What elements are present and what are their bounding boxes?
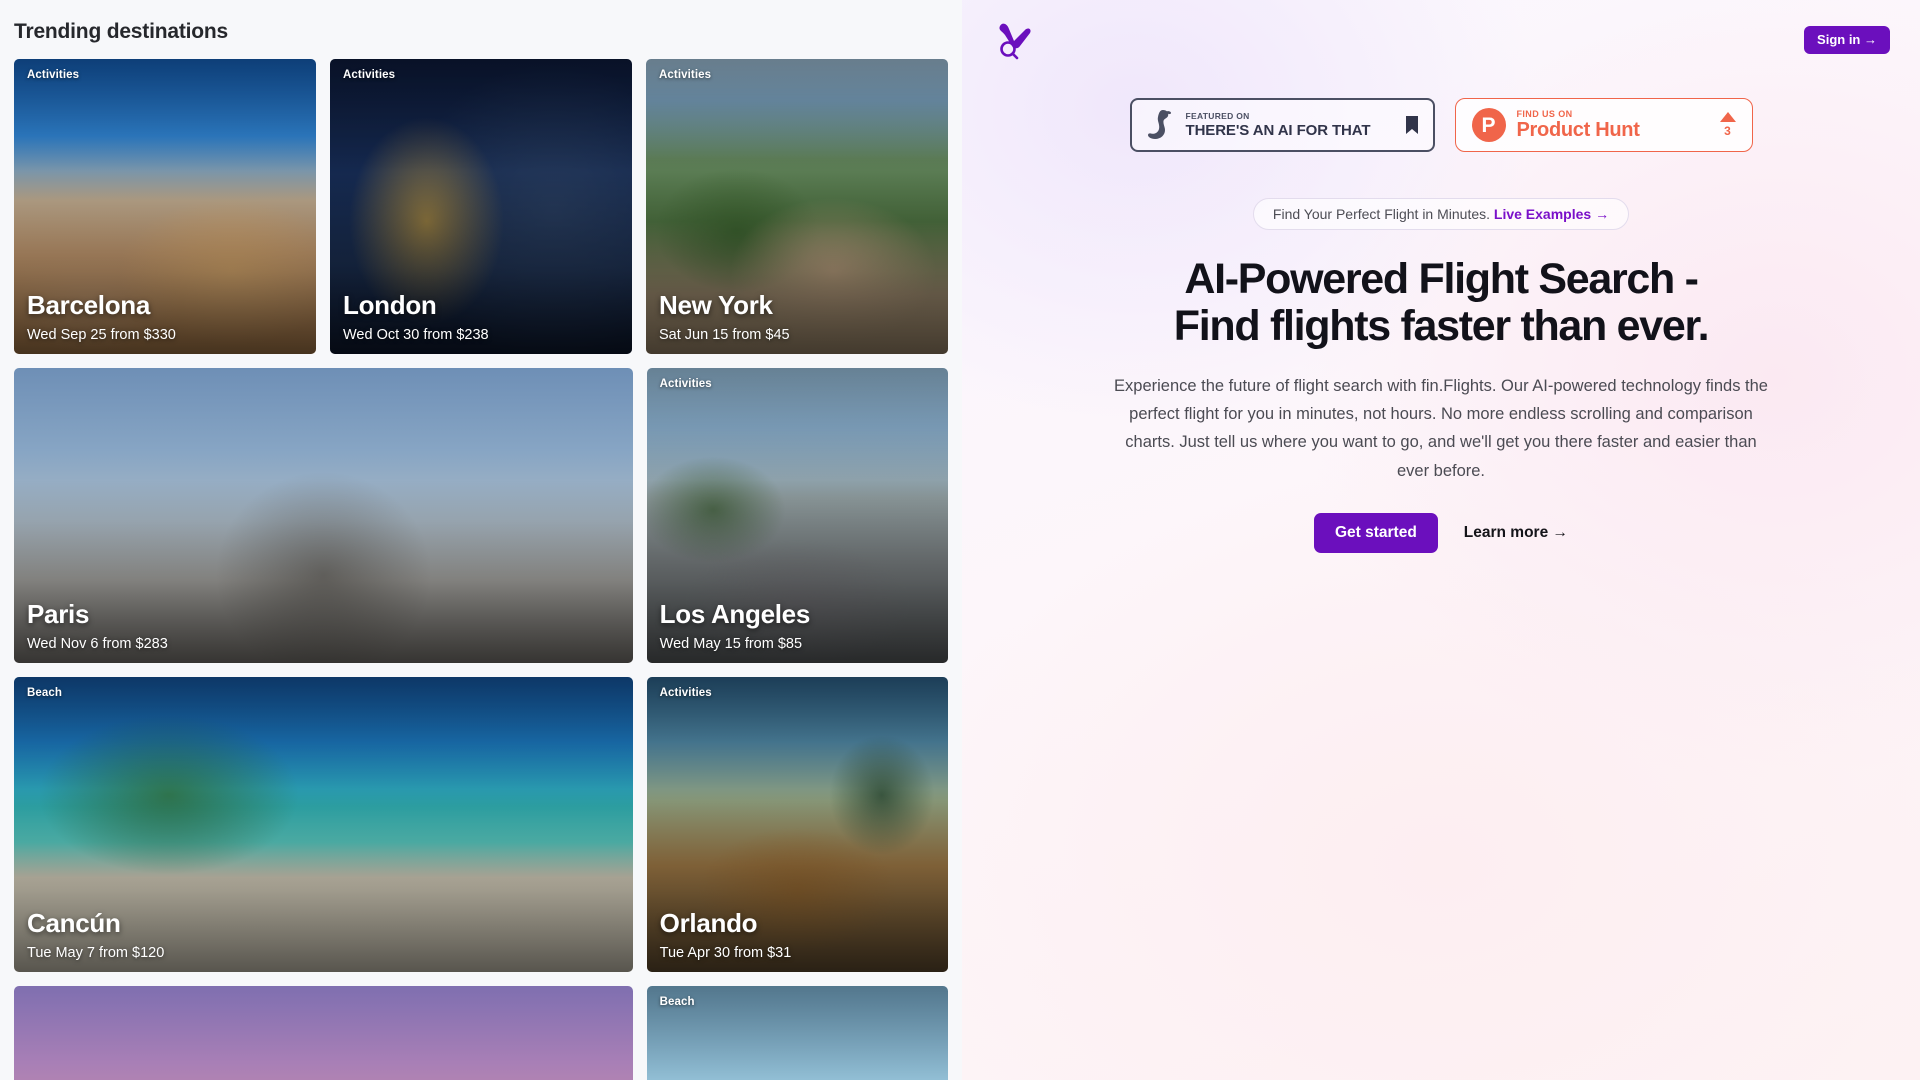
site-header: Sign in → bbox=[962, 0, 1920, 60]
destination-grid-row-partial: Beach bbox=[14, 986, 948, 1080]
destination-card-london[interactable]: Activities London Wed Oct 30 from $238 bbox=[330, 59, 632, 355]
badge-row: FEATURED ON THERE'S AN AI FOR THAT P FIN… bbox=[962, 98, 1920, 152]
card-price-line: Wed Sep 25 from $330 bbox=[27, 327, 176, 344]
live-examples-pill-wrap: Find Your Perfect Flight in Minutes. Liv… bbox=[962, 198, 1920, 230]
product-hunt-icon: P bbox=[1471, 108, 1506, 142]
upvote-arrow-icon bbox=[1719, 112, 1736, 122]
badge-eyebrow: FEATURED ON bbox=[1185, 110, 1250, 121]
plane-search-logo-icon[interactable] bbox=[992, 20, 1036, 60]
marketing-hero-panel: Sign in → FEATURED ON THERE'S AN AI FOR … bbox=[962, 0, 1920, 1080]
destination-card-barcelona[interactable]: Activities Barcelona Wed Sep 25 from $33… bbox=[14, 59, 316, 355]
destination-card-new-york[interactable]: Activities New York Sat Jun 15 from $45 bbox=[646, 59, 948, 355]
card-price-line: Tue Apr 30 from $31 bbox=[659, 945, 792, 962]
card-price-line: Tue May 7 from $120 bbox=[27, 945, 165, 962]
upvote-count: 3 bbox=[1724, 124, 1731, 138]
destination-grid-row: Beach Cancún Tue May 7 from $120 Activit… bbox=[14, 677, 948, 973]
badge-text-block: FIND US ON Product Hunt bbox=[1517, 109, 1709, 142]
card-price-line: Wed Oct 30 from $238 bbox=[343, 327, 489, 344]
badge-text-block: FEATURED ON THERE'S AN AI FOR THAT bbox=[1186, 111, 1395, 139]
theres-an-ai-for-that-badge[interactable]: FEATURED ON THERE'S AN AI FOR THAT bbox=[1129, 98, 1435, 152]
card-city-name: Los Angeles bbox=[659, 599, 811, 630]
bookmark-icon[interactable] bbox=[1405, 115, 1419, 135]
card-category-tag: Activities bbox=[659, 69, 712, 82]
card-category-tag: Activities bbox=[659, 687, 712, 700]
card-category-tag: Beach bbox=[27, 687, 63, 700]
card-city-name: Orlando bbox=[659, 908, 758, 939]
card-category-tag: Activities bbox=[659, 378, 712, 391]
destination-card-paris[interactable]: Paris Wed Nov 6 from $283 bbox=[14, 368, 633, 664]
destination-card-los-angeles[interactable]: Activities Los Angeles Wed May 15 from $… bbox=[646, 368, 948, 664]
product-hunt-badge[interactable]: P FIND US ON Product Hunt 3 bbox=[1454, 98, 1753, 152]
card-category-tag: Activities bbox=[343, 69, 396, 82]
page-title: Trending destinations bbox=[14, 20, 228, 43]
badge-title: Product Hunt bbox=[1516, 119, 1640, 142]
card-city-name: London bbox=[343, 290, 437, 321]
card-city-name: Paris bbox=[27, 599, 90, 630]
destination-grid: Activities Barcelona Wed Sep 25 from $33… bbox=[0, 45, 962, 1080]
destination-card-orlando[interactable]: Activities Orlando Tue Apr 30 from $31 bbox=[646, 677, 948, 973]
trending-destinations-panel: Trending destinations Activities Barcelo… bbox=[0, 0, 962, 1080]
destination-card-next-large[interactable] bbox=[14, 986, 633, 1080]
pill-text: Find Your Perfect Flight in Minutes. bbox=[1272, 206, 1494, 222]
badge-title: THERE'S AN AI FOR THAT bbox=[1185, 121, 1371, 139]
live-examples-pill[interactable]: Find Your Perfect Flight in Minutes. Liv… bbox=[1252, 198, 1630, 230]
card-city-name: Cancún bbox=[27, 908, 121, 939]
upvote-control[interactable]: 3 bbox=[1719, 112, 1736, 138]
get-started-button[interactable]: Get started bbox=[1313, 513, 1438, 554]
badge-eyebrow: FIND US ON bbox=[1516, 108, 1573, 119]
learn-more-button[interactable]: Learn more → bbox=[1464, 524, 1568, 542]
card-price-line: Sat Jun 15 from $45 bbox=[659, 327, 790, 344]
destination-grid-row: Paris Wed Nov 6 from $283 Activities Los… bbox=[14, 368, 948, 664]
destination-card-next-small[interactable]: Beach bbox=[646, 986, 948, 1080]
card-city-name: New York bbox=[659, 290, 773, 321]
destination-grid-row: Activities Barcelona Wed Sep 25 from $33… bbox=[14, 59, 948, 355]
cta-row: Get started Learn more → bbox=[962, 513, 1920, 554]
live-examples-link[interactable]: Live Examples → bbox=[1494, 206, 1609, 222]
hero-headline-line2: Find flights faster than ever. bbox=[1173, 301, 1710, 350]
card-price-line: Wed May 15 from $85 bbox=[659, 636, 803, 653]
sign-in-button[interactable]: Sign in → bbox=[1804, 26, 1890, 54]
photo-top-shade bbox=[14, 677, 633, 790]
hero-headline-line1: AI-Powered Flight Search - bbox=[1184, 255, 1699, 303]
flamingo-icon bbox=[1146, 108, 1176, 142]
card-category-tag: Activities bbox=[27, 69, 80, 82]
hero-headline: AI-Powered Flight Search - Find flights … bbox=[1091, 256, 1791, 350]
card-category-tag: Beach bbox=[659, 996, 695, 1009]
card-price-line: Wed Nov 6 from $283 bbox=[27, 636, 168, 653]
hero-description: Experience the future of flight search w… bbox=[1114, 376, 1768, 480]
card-city-name: Barcelona bbox=[27, 290, 151, 321]
destination-photo bbox=[14, 986, 633, 1080]
destination-card-cancun[interactable]: Beach Cancún Tue May 7 from $120 bbox=[14, 677, 633, 973]
